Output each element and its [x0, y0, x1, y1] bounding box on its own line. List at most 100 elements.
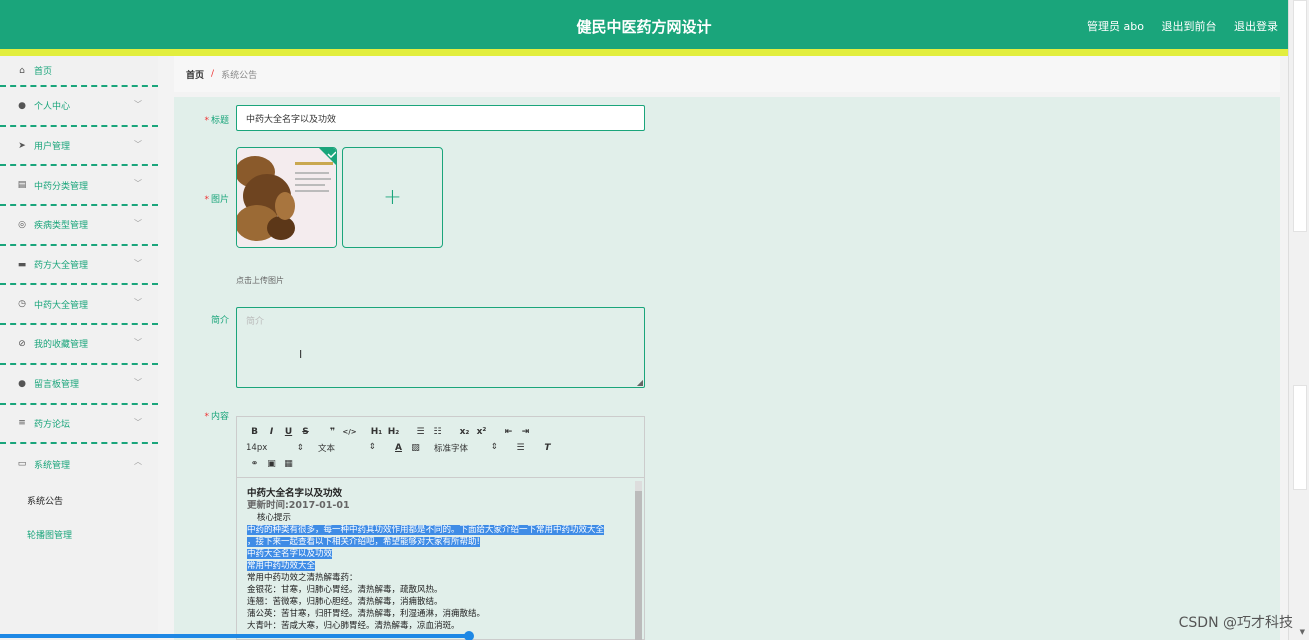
sidebar-item-personal-center[interactable]: ● 个人中心 ﹀ — [0, 87, 158, 127]
title-input[interactable]: 中药大全名字以及功效 — [236, 105, 645, 131]
sidebar-item-label: 中药分类管理 — [34, 181, 89, 192]
breadcrumb-home[interactable]: 首页 — [186, 68, 204, 81]
video-icon[interactable]: ▦ — [280, 459, 297, 469]
herb-image — [237, 148, 336, 247]
content-paragraph: 常用中药功效大全 — [247, 561, 316, 571]
sidebar-item-home[interactable]: ⌂ 首页 — [0, 56, 158, 87]
breadcrumb-current: 系统公告 — [221, 70, 258, 81]
background-color-icon[interactable]: ▨ — [407, 443, 424, 453]
editor-scrollbar[interactable] — [635, 481, 642, 640]
sidebar-item-label: 留言板管理 — [34, 380, 80, 391]
select-arrows-icon: ⇕ — [296, 443, 304, 453]
font-size-select[interactable]: 14px ⇕ — [246, 443, 304, 453]
chevron-down-icon: ﹀ — [134, 258, 142, 268]
image-icon[interactable]: ▣ — [263, 459, 280, 469]
page-scrollbar[interactable]: ▼ — [1288, 0, 1309, 640]
sidebar-item-message-board[interactable]: ● 留言板管理 ﹀ — [0, 365, 158, 405]
chevron-down-icon: ﹀ — [134, 100, 142, 109]
font-family-select[interactable]: 标准字体 ⇕ — [434, 442, 498, 454]
scroll-down-icon[interactable]: ▼ — [1300, 628, 1305, 636]
add-image-button[interactable]: + — [342, 147, 443, 248]
intro-placeholder: 简介 — [246, 317, 265, 327]
clear-format-icon[interactable]: T — [539, 443, 556, 453]
sidebar-item-user-management[interactable]: ➤ 用户管理 ﹀ — [0, 127, 158, 167]
sidebar-item-label: 药方大全管理 — [34, 261, 89, 272]
compass-icon: ◷ — [18, 299, 26, 310]
heading2-button[interactable]: H₂ — [385, 427, 402, 437]
select-arrows-icon: ⇕ — [368, 442, 376, 452]
content-heading: 中药大全名字以及功效 — [247, 488, 343, 499]
chevron-up-icon: ︿ — [134, 457, 142, 467]
chevron-down-icon: ﹀ — [134, 179, 142, 189]
back-to-frontend-link[interactable]: 退出到前台 — [1162, 20, 1217, 33]
sidebar-item-label: 用户管理 — [34, 142, 71, 153]
sidebar-item-herb-encyclopedia[interactable]: ◷ 中药大全管理 ﹀ — [0, 285, 158, 326]
bullet-list-button[interactable]: ☷ — [429, 427, 446, 437]
intro-label: 简介 — [210, 316, 229, 326]
bold-button[interactable]: B — [246, 427, 263, 437]
form-panel: * 标题 中药大全名字以及功效 * 图片 + 点击上传图片 简介 简介 I ◢ * 内… — [174, 97, 1280, 640]
user-icon: ● — [18, 100, 26, 111]
sidebar-item-disease-type[interactable]: ◎ 疾病类型管理 ﹀ — [0, 206, 158, 246]
sidebar-item-forum[interactable]: ≡ 药方论坛 ﹀ — [0, 405, 158, 445]
sidebar-item-label: 首页 — [34, 67, 53, 77]
select-arrows-icon: ⇕ — [490, 442, 498, 452]
rich-text-editor[interactable]: B I U S ❞ </> H₁ H₂ ☰ ☷ x₂ x² ⇤ ⇥ 14px ⇕… — [236, 416, 645, 640]
sidebar-item-label: 我的收藏管理 — [34, 340, 89, 351]
font-color-icon[interactable]: A — [390, 443, 407, 453]
monitor-icon: ▭ — [17, 459, 27, 470]
content-paragraph: 中药大全名字以及功效 — [247, 549, 333, 559]
chevron-down-icon: ﹀ — [134, 219, 142, 229]
intro-textarea[interactable]: 简介 I ◢ — [236, 307, 645, 388]
link-icon[interactable]: ⚭ — [246, 459, 263, 469]
italic-button[interactable]: I — [263, 427, 280, 437]
scrollbar-thumb-secondary[interactable] — [1293, 385, 1307, 490]
header-links: 管理员 abo 退出到前台 退出登录 — [1073, 18, 1278, 34]
video-progress-bar[interactable] — [0, 631, 474, 640]
sidebar-item-label: 个人中心 — [34, 102, 71, 113]
progress-knob[interactable] — [464, 631, 474, 640]
underline-button[interactable]: U — [280, 427, 297, 437]
superscript-button[interactable]: x² — [473, 427, 490, 437]
blockquote-button[interactable]: ❞ — [324, 427, 341, 437]
content-paragraph: ，接下来一起查看以下相关介绍吧，希望能够对大家有所帮助! — [247, 537, 480, 547]
code-block-button[interactable]: </> — [341, 428, 358, 436]
heading1-button[interactable]: H₁ — [368, 427, 385, 437]
image-label: * 图片 — [204, 195, 229, 205]
sidebar-item-herb-category[interactable]: ▤ 中药分类管理 ﹀ — [0, 166, 158, 207]
breadcrumb: 首页 / 系统公告 — [174, 56, 1280, 92]
uploaded-image-thumbnail[interactable] — [236, 147, 337, 248]
title-label: * 标题 — [204, 116, 229, 126]
align-icon[interactable]: ☰ — [512, 443, 529, 453]
sidebar-item-favorites[interactable]: ⊘ 我的收藏管理 ﹀ — [0, 325, 158, 365]
sidebar: ⌂ 首页 ● 个人中心 ﹀ ➤ 用户管理 ﹀ ▤ 中药分类管理 ﹀ ◎ 疾病类型… — [0, 56, 158, 640]
sidebar-item-prescription[interactable]: ▬ 药方大全管理 ﹀ — [0, 246, 158, 286]
ordered-list-button[interactable]: ☰ — [412, 427, 429, 437]
text-style-select[interactable]: 文本 ⇕ — [318, 442, 376, 454]
send-icon: ➤ — [18, 140, 26, 151]
text-cursor-icon: I — [299, 348, 303, 361]
sidebar-item-label: 药方论坛 — [34, 419, 71, 430]
content-label: * 内容 — [204, 412, 229, 422]
sidebar-subitem-announcement[interactable]: 系统公告 — [0, 484, 158, 518]
admin-user-link[interactable]: 管理员 abo — [1087, 20, 1144, 33]
outdent-button[interactable]: ⇤ — [500, 427, 517, 437]
subscript-button[interactable]: x₂ — [456, 427, 473, 437]
sidebar-subitem-carousel[interactable]: 轮播图管理 — [0, 518, 158, 552]
logout-link[interactable]: 退出登录 — [1234, 20, 1278, 33]
sidebar-item-label: 疾病类型管理 — [34, 221, 89, 232]
scrollbar-thumb[interactable] — [1293, 0, 1307, 232]
sidebar-item-system[interactable]: ▭ 系统管理 ︿ — [0, 444, 158, 484]
resize-grip-icon[interactable]: ◢ — [637, 378, 643, 387]
editor-content[interactable]: 中药大全名字以及功效 更新时间:2017-01-01 核心提示 中药的种类有很多… — [237, 478, 644, 632]
content-line: 常用中药功效之清热解毒药： — [247, 573, 358, 583]
breadcrumb-separator: / — [211, 69, 215, 79]
content-line: 连翘：苦微寒，归肺心胆经。清热解毒，消痈散结。 — [247, 597, 443, 607]
watermark: CSDN @巧才科技 — [1178, 615, 1293, 631]
chevron-down-icon: ﹀ — [134, 338, 142, 348]
indent-button[interactable]: ⇥ — [517, 427, 534, 437]
chevron-down-icon: ﹀ — [134, 417, 142, 427]
user-icon: ● — [18, 378, 26, 389]
strike-button[interactable]: S — [297, 427, 314, 437]
content-line: 金银花：甘寒，归肺心胃经。清热解毒，疏散风热。 — [247, 585, 443, 595]
